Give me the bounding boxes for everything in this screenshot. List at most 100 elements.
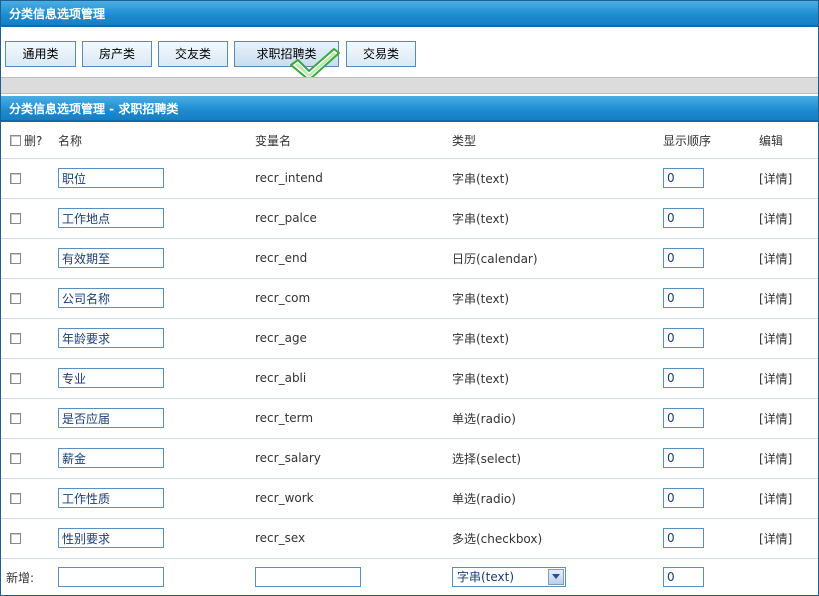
- variable-name: recr_sex: [255, 531, 306, 545]
- table-row: recr_intend 字串(text) [详情]: [1, 158, 818, 199]
- option-type: 字串(text): [452, 291, 510, 306]
- details-link[interactable]: [详情]: [759, 330, 792, 347]
- header-edit: 编辑: [759, 122, 783, 158]
- select-all-checkbox[interactable]: [10, 134, 21, 146]
- display-order-input[interactable]: [663, 168, 704, 188]
- option-name-input[interactable]: [58, 368, 164, 388]
- variable-name: recr_work: [255, 491, 314, 505]
- header-edit-label: 编辑: [759, 133, 784, 148]
- new-variable-input[interactable]: [255, 567, 361, 587]
- new-type-select[interactable]: 字串(text): [452, 567, 566, 587]
- option-type: 单选(radio): [452, 491, 516, 506]
- separator-strip: [1, 77, 818, 94]
- details-link[interactable]: [详情]: [759, 210, 792, 227]
- table-row: recr_age 字串(text) [详情]: [1, 318, 818, 359]
- row-delete-checkbox[interactable]: [10, 412, 21, 424]
- new-option-row: 新增: 字串(text): [1, 558, 818, 595]
- details-link[interactable]: [详情]: [759, 250, 792, 267]
- option-type: 字串(text): [452, 331, 510, 346]
- new-name-input[interactable]: [58, 567, 164, 587]
- header-variable-label: 变量名: [255, 133, 292, 148]
- section-title-bar: 分类信息选项管理 - 求职招聘类: [1, 96, 818, 122]
- details-link[interactable]: [详情]: [759, 450, 792, 467]
- option-name-input[interactable]: [58, 408, 164, 428]
- header-order-label: 显示顺序: [663, 133, 712, 148]
- table-row: recr_com 字串(text) [详情]: [1, 278, 818, 319]
- option-type: 字串(text): [452, 371, 510, 386]
- row-delete-checkbox[interactable]: [10, 212, 21, 224]
- details-link[interactable]: [详情]: [759, 530, 792, 547]
- option-type: 日历(calendar): [452, 251, 538, 266]
- option-name-input[interactable]: [58, 288, 164, 308]
- display-order-input[interactable]: [663, 368, 704, 388]
- display-order-input[interactable]: [663, 488, 704, 508]
- option-type: 字串(text): [452, 211, 510, 226]
- tab-trade[interactable]: 交易类: [346, 41, 416, 67]
- table-row: recr_abli 字串(text) [详情]: [1, 358, 818, 399]
- option-name-input[interactable]: [58, 168, 164, 188]
- display-order-input[interactable]: [663, 408, 704, 428]
- display-order-input[interactable]: [663, 328, 704, 348]
- page-title: 分类信息选项管理: [9, 7, 106, 21]
- new-type-selected-value: 字串(text): [457, 570, 515, 584]
- variable-name: recr_salary: [255, 451, 321, 465]
- title-underline: [1, 25, 818, 27]
- row-delete-checkbox[interactable]: [10, 172, 21, 184]
- option-name-input[interactable]: [58, 528, 164, 548]
- variable-name: recr_intend: [255, 171, 323, 185]
- option-name-input[interactable]: [58, 208, 164, 228]
- details-link[interactable]: [详情]: [759, 370, 792, 387]
- display-order-input[interactable]: [663, 248, 704, 268]
- app-window: 分类信息选项管理 通用类 房产类 交友类 求职招聘类 交易类 分类信息选项管理 …: [0, 0, 819, 596]
- table-row: recr_palce 字串(text) [详情]: [1, 198, 818, 239]
- row-delete-checkbox[interactable]: [10, 252, 21, 264]
- page-title-bar: 分类信息选项管理: [1, 1, 818, 27]
- header-delete-label: 删?: [24, 133, 43, 148]
- tab-realestate[interactable]: 房产类: [82, 41, 152, 67]
- header-variable: 变量名: [255, 122, 291, 158]
- option-name-input[interactable]: [58, 248, 164, 268]
- table-row: recr_sex 多选(checkbox) [详情]: [1, 518, 818, 559]
- tab-general[interactable]: 通用类: [5, 41, 76, 67]
- table-row: recr_end 日历(calendar) [详情]: [1, 238, 818, 279]
- details-link[interactable]: [详情]: [759, 290, 792, 307]
- row-delete-checkbox[interactable]: [10, 372, 21, 384]
- header-type: 类型: [452, 122, 476, 158]
- variable-name: recr_palce: [255, 211, 317, 225]
- row-delete-checkbox[interactable]: [10, 292, 21, 304]
- variable-name: recr_abli: [255, 371, 307, 385]
- header-type-label: 类型: [452, 133, 477, 148]
- option-name-input[interactable]: [58, 448, 164, 468]
- display-order-input[interactable]: [663, 528, 704, 548]
- option-name-input[interactable]: [58, 488, 164, 508]
- variable-name: recr_age: [255, 331, 307, 345]
- table-row: recr_term 单选(radio) [详情]: [1, 398, 818, 439]
- header-order: 显示顺序: [663, 122, 711, 158]
- display-order-input[interactable]: [663, 288, 704, 308]
- variable-name: recr_term: [255, 411, 314, 425]
- row-delete-checkbox[interactable]: [10, 492, 21, 504]
- table-row: recr_work 单选(radio) [详情]: [1, 478, 818, 519]
- tab-dating[interactable]: 交友类: [158, 41, 228, 67]
- variable-name: recr_end: [255, 251, 308, 265]
- details-link[interactable]: [详情]: [759, 410, 792, 427]
- display-order-input[interactable]: [663, 448, 704, 468]
- option-name-input[interactable]: [58, 328, 164, 348]
- variable-name: recr_com: [255, 291, 311, 305]
- option-type: 多选(checkbox): [452, 531, 543, 546]
- chevron-down-icon[interactable]: [548, 569, 564, 585]
- header-name: 名称: [58, 122, 82, 158]
- row-delete-checkbox[interactable]: [10, 532, 21, 544]
- table-header: 删? 名称 变量名 类型 显示顺序 编辑: [1, 122, 818, 159]
- details-link[interactable]: [详情]: [759, 170, 792, 187]
- option-type: 单选(radio): [452, 411, 516, 426]
- new-row-label: 新增:: [6, 570, 35, 585]
- option-type: 选择(select): [452, 451, 522, 466]
- category-tab-bar: 通用类 房产类 交友类 求职招聘类 交易类: [1, 31, 818, 77]
- display-order-input[interactable]: [663, 208, 704, 228]
- header-name-label: 名称: [58, 133, 83, 148]
- row-delete-checkbox[interactable]: [10, 332, 21, 344]
- row-delete-checkbox[interactable]: [10, 452, 21, 464]
- details-link[interactable]: [详情]: [759, 490, 792, 507]
- new-order-input[interactable]: [663, 567, 704, 587]
